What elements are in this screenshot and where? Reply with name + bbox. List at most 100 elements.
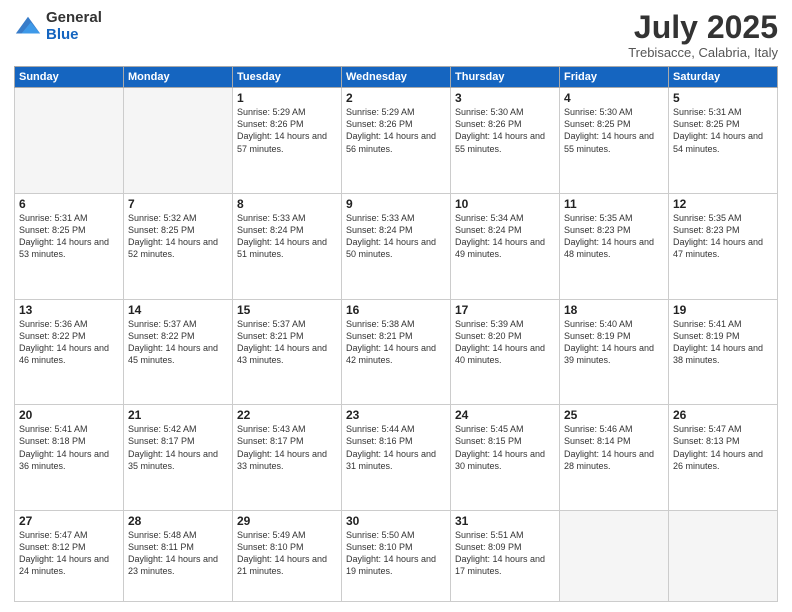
day-number: 19 (673, 303, 773, 317)
day-header-monday: Monday (124, 67, 233, 88)
calendar-cell: 7 Sunrise: 5:32 AMSunset: 8:25 PMDayligh… (124, 193, 233, 299)
day-number: 9 (346, 197, 446, 211)
logo-icon (14, 13, 42, 41)
day-info: Sunrise: 5:29 AMSunset: 8:26 PMDaylight:… (346, 107, 436, 153)
day-header-friday: Friday (560, 67, 669, 88)
day-number: 3 (455, 91, 555, 105)
day-info: Sunrise: 5:43 AMSunset: 8:17 PMDaylight:… (237, 424, 327, 470)
day-info: Sunrise: 5:37 AMSunset: 8:21 PMDaylight:… (237, 319, 327, 365)
calendar-cell: 17 Sunrise: 5:39 AMSunset: 8:20 PMDaylig… (451, 299, 560, 405)
day-info: Sunrise: 5:37 AMSunset: 8:22 PMDaylight:… (128, 319, 218, 365)
day-number: 27 (19, 514, 119, 528)
calendar-cell: 21 Sunrise: 5:42 AMSunset: 8:17 PMDaylig… (124, 405, 233, 511)
day-number: 23 (346, 408, 446, 422)
day-header-saturday: Saturday (669, 67, 778, 88)
day-number: 2 (346, 91, 446, 105)
calendar-cell: 15 Sunrise: 5:37 AMSunset: 8:21 PMDaylig… (233, 299, 342, 405)
calendar-cell: 19 Sunrise: 5:41 AMSunset: 8:19 PMDaylig… (669, 299, 778, 405)
day-number: 8 (237, 197, 337, 211)
day-info: Sunrise: 5:36 AMSunset: 8:22 PMDaylight:… (19, 319, 109, 365)
calendar-cell (124, 88, 233, 194)
calendar-cell: 8 Sunrise: 5:33 AMSunset: 8:24 PMDayligh… (233, 193, 342, 299)
page: General Blue July 2025 Trebisacce, Calab… (0, 0, 792, 612)
day-header-wednesday: Wednesday (342, 67, 451, 88)
day-info: Sunrise: 5:30 AMSunset: 8:26 PMDaylight:… (455, 107, 545, 153)
day-number: 7 (128, 197, 228, 211)
calendar-cell: 10 Sunrise: 5:34 AMSunset: 8:24 PMDaylig… (451, 193, 560, 299)
calendar-week-3: 13 Sunrise: 5:36 AMSunset: 8:22 PMDaylig… (15, 299, 778, 405)
calendar-cell: 16 Sunrise: 5:38 AMSunset: 8:21 PMDaylig… (342, 299, 451, 405)
calendar-cell: 4 Sunrise: 5:30 AMSunset: 8:25 PMDayligh… (560, 88, 669, 194)
calendar: SundayMondayTuesdayWednesdayThursdayFrid… (14, 66, 778, 602)
day-number: 26 (673, 408, 773, 422)
calendar-cell: 12 Sunrise: 5:35 AMSunset: 8:23 PMDaylig… (669, 193, 778, 299)
calendar-cell: 11 Sunrise: 5:35 AMSunset: 8:23 PMDaylig… (560, 193, 669, 299)
day-info: Sunrise: 5:50 AMSunset: 8:10 PMDaylight:… (346, 530, 436, 576)
day-number: 13 (19, 303, 119, 317)
calendar-cell: 30 Sunrise: 5:50 AMSunset: 8:10 PMDaylig… (342, 511, 451, 602)
calendar-cell (669, 511, 778, 602)
location: Trebisacce, Calabria, Italy (628, 45, 778, 60)
day-number: 15 (237, 303, 337, 317)
day-number: 20 (19, 408, 119, 422)
day-number: 11 (564, 197, 664, 211)
day-number: 17 (455, 303, 555, 317)
calendar-cell: 5 Sunrise: 5:31 AMSunset: 8:25 PMDayligh… (669, 88, 778, 194)
calendar-cell: 31 Sunrise: 5:51 AMSunset: 8:09 PMDaylig… (451, 511, 560, 602)
calendar-cell: 20 Sunrise: 5:41 AMSunset: 8:18 PMDaylig… (15, 405, 124, 511)
day-number: 10 (455, 197, 555, 211)
day-number: 5 (673, 91, 773, 105)
day-number: 16 (346, 303, 446, 317)
day-info: Sunrise: 5:41 AMSunset: 8:19 PMDaylight:… (673, 319, 763, 365)
calendar-cell: 9 Sunrise: 5:33 AMSunset: 8:24 PMDayligh… (342, 193, 451, 299)
day-info: Sunrise: 5:41 AMSunset: 8:18 PMDaylight:… (19, 424, 109, 470)
day-info: Sunrise: 5:32 AMSunset: 8:25 PMDaylight:… (128, 213, 218, 259)
calendar-cell: 22 Sunrise: 5:43 AMSunset: 8:17 PMDaylig… (233, 405, 342, 511)
header: General Blue July 2025 Trebisacce, Calab… (14, 10, 778, 60)
day-info: Sunrise: 5:39 AMSunset: 8:20 PMDaylight:… (455, 319, 545, 365)
calendar-header-row: SundayMondayTuesdayWednesdayThursdayFrid… (15, 67, 778, 88)
day-number: 28 (128, 514, 228, 528)
logo: General Blue (14, 10, 102, 43)
day-info: Sunrise: 5:35 AMSunset: 8:23 PMDaylight:… (673, 213, 763, 259)
day-info: Sunrise: 5:47 AMSunset: 8:13 PMDaylight:… (673, 424, 763, 470)
day-info: Sunrise: 5:46 AMSunset: 8:14 PMDaylight:… (564, 424, 654, 470)
calendar-week-2: 6 Sunrise: 5:31 AMSunset: 8:25 PMDayligh… (15, 193, 778, 299)
day-info: Sunrise: 5:29 AMSunset: 8:26 PMDaylight:… (237, 107, 327, 153)
day-info: Sunrise: 5:38 AMSunset: 8:21 PMDaylight:… (346, 319, 436, 365)
calendar-week-1: 1 Sunrise: 5:29 AMSunset: 8:26 PMDayligh… (15, 88, 778, 194)
day-number: 22 (237, 408, 337, 422)
calendar-cell: 2 Sunrise: 5:29 AMSunset: 8:26 PMDayligh… (342, 88, 451, 194)
day-number: 31 (455, 514, 555, 528)
day-header-thursday: Thursday (451, 67, 560, 88)
day-info: Sunrise: 5:31 AMSunset: 8:25 PMDaylight:… (673, 107, 763, 153)
day-info: Sunrise: 5:51 AMSunset: 8:09 PMDaylight:… (455, 530, 545, 576)
calendar-cell: 28 Sunrise: 5:48 AMSunset: 8:11 PMDaylig… (124, 511, 233, 602)
day-number: 14 (128, 303, 228, 317)
logo-blue: Blue (46, 27, 102, 44)
logo-text: General Blue (46, 10, 102, 43)
day-info: Sunrise: 5:48 AMSunset: 8:11 PMDaylight:… (128, 530, 218, 576)
day-header-tuesday: Tuesday (233, 67, 342, 88)
calendar-cell: 29 Sunrise: 5:49 AMSunset: 8:10 PMDaylig… (233, 511, 342, 602)
title-block: July 2025 Trebisacce, Calabria, Italy (628, 10, 778, 60)
month-title: July 2025 (628, 10, 778, 45)
calendar-cell: 18 Sunrise: 5:40 AMSunset: 8:19 PMDaylig… (560, 299, 669, 405)
logo-general: General (46, 10, 102, 27)
calendar-cell: 3 Sunrise: 5:30 AMSunset: 8:26 PMDayligh… (451, 88, 560, 194)
day-info: Sunrise: 5:45 AMSunset: 8:15 PMDaylight:… (455, 424, 545, 470)
day-info: Sunrise: 5:35 AMSunset: 8:23 PMDaylight:… (564, 213, 654, 259)
day-info: Sunrise: 5:33 AMSunset: 8:24 PMDaylight:… (346, 213, 436, 259)
calendar-cell: 25 Sunrise: 5:46 AMSunset: 8:14 PMDaylig… (560, 405, 669, 511)
calendar-week-5: 27 Sunrise: 5:47 AMSunset: 8:12 PMDaylig… (15, 511, 778, 602)
day-number: 6 (19, 197, 119, 211)
day-header-sunday: Sunday (15, 67, 124, 88)
calendar-cell: 14 Sunrise: 5:37 AMSunset: 8:22 PMDaylig… (124, 299, 233, 405)
day-number: 25 (564, 408, 664, 422)
calendar-week-4: 20 Sunrise: 5:41 AMSunset: 8:18 PMDaylig… (15, 405, 778, 511)
day-number: 24 (455, 408, 555, 422)
calendar-cell (15, 88, 124, 194)
day-info: Sunrise: 5:31 AMSunset: 8:25 PMDaylight:… (19, 213, 109, 259)
day-info: Sunrise: 5:30 AMSunset: 8:25 PMDaylight:… (564, 107, 654, 153)
day-number: 30 (346, 514, 446, 528)
